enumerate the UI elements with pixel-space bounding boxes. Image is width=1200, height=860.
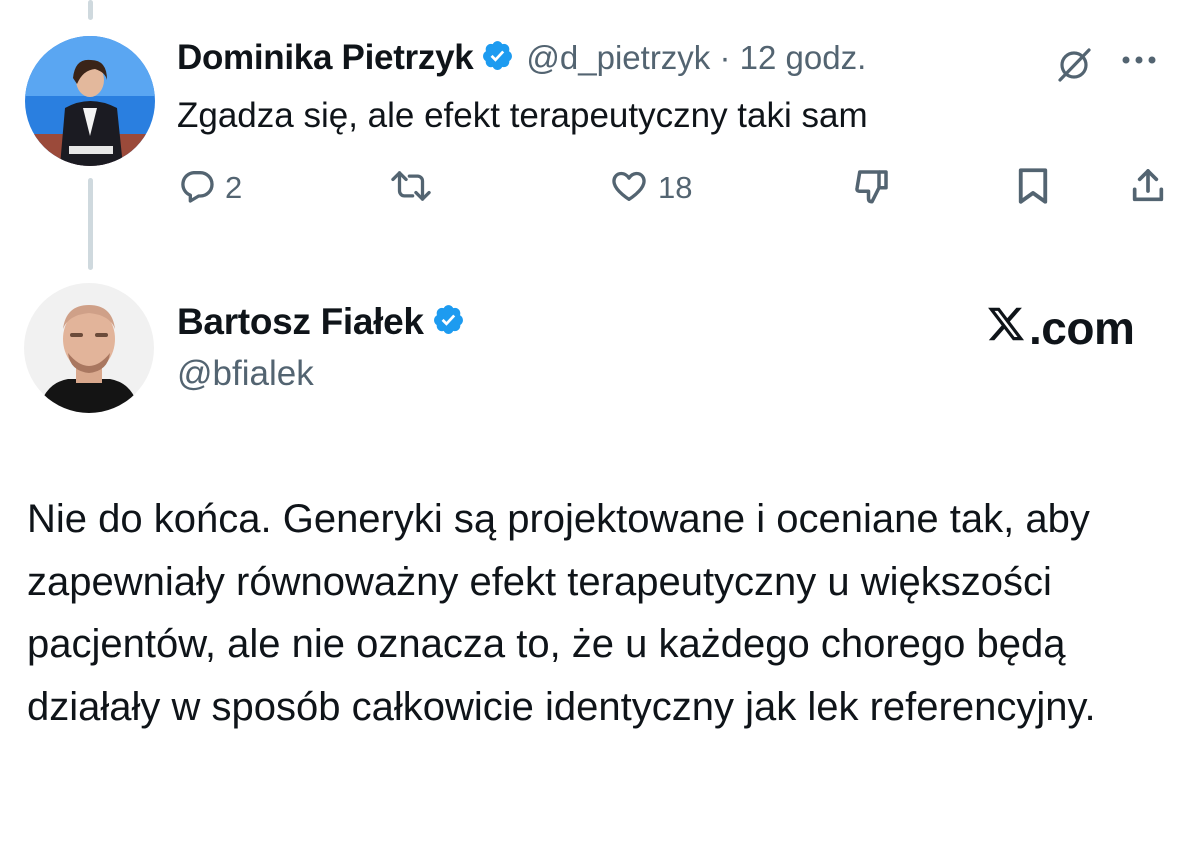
share-button[interactable] xyxy=(1128,166,1168,210)
reply-header: Dominika Pietrzyk @d_pietrzyk · 12 godz. xyxy=(177,36,866,80)
x-com-watermark: .com xyxy=(985,300,1135,356)
reply-handle-timestamp[interactable]: @d_pietrzyk · 12 godz. xyxy=(526,39,866,77)
verified-badge-icon xyxy=(473,39,514,77)
dislike-button[interactable] xyxy=(850,166,894,210)
x-com-label: .com xyxy=(1029,302,1135,354)
dislike-icon xyxy=(850,165,894,212)
main-author-avatar[interactable] xyxy=(24,283,154,413)
reply-author-name[interactable]: Dominika Pietrzyk xyxy=(177,38,474,78)
grok-icon[interactable] xyxy=(1052,42,1096,91)
main-post-text: Nie do końca. Generyki są projektowane i… xyxy=(27,497,1096,729)
x-logo-icon xyxy=(985,301,1027,355)
reply-button[interactable]: 2 xyxy=(177,166,242,210)
bookmark-button[interactable] xyxy=(1014,166,1052,210)
reply-text: Zgadza się, ale efekt terapeutyczny taki… xyxy=(177,96,868,135)
reply-author-avatar[interactable] xyxy=(25,36,155,166)
more-icon[interactable] xyxy=(1118,52,1162,73)
repost-icon xyxy=(388,166,434,211)
bookmark-icon xyxy=(1014,165,1052,212)
main-author-row: Bartosz Fiałek xyxy=(177,300,465,344)
verified-badge-icon xyxy=(424,303,465,341)
repost-button[interactable] xyxy=(388,166,434,210)
reply-icon xyxy=(177,166,217,211)
share-icon xyxy=(1128,165,1168,212)
like-button[interactable]: 18 xyxy=(608,166,692,210)
reply-count: 2 xyxy=(225,170,243,205)
main-author-name[interactable]: Bartosz Fiałek xyxy=(177,301,424,343)
thread-line-top xyxy=(88,0,93,20)
like-icon xyxy=(608,166,650,211)
main-author-handle[interactable]: @bfialek xyxy=(177,354,314,394)
reply-action-bar: 2 18 xyxy=(0,166,1200,210)
like-count: 18 xyxy=(658,170,693,205)
